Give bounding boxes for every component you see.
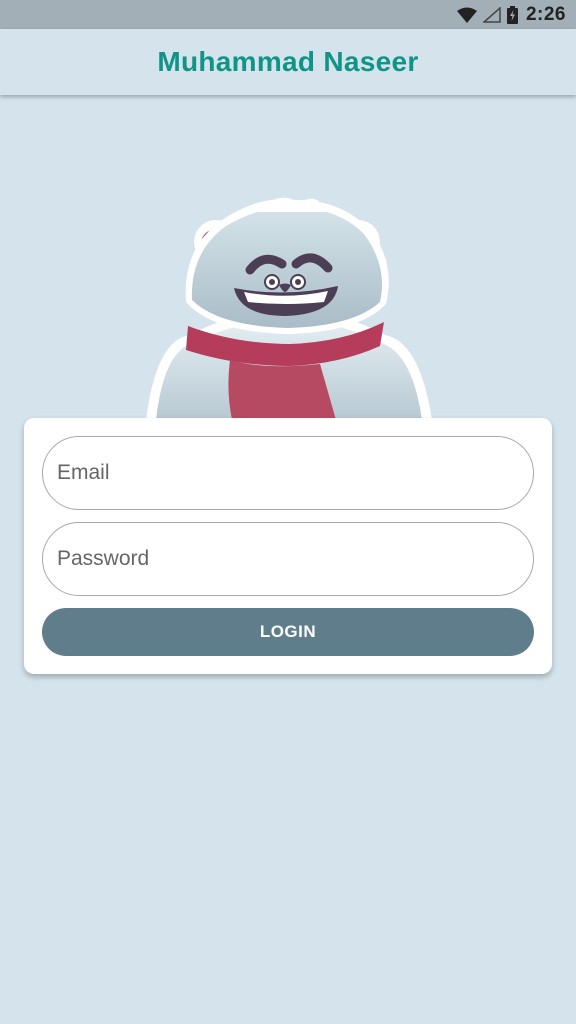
email-field[interactable] <box>42 436 534 510</box>
status-icons <box>456 5 518 24</box>
status-bar: 2:26 <box>0 0 576 29</box>
bear-mascot-icon <box>140 120 436 420</box>
password-field[interactable] <box>42 522 534 596</box>
wifi-icon <box>456 7 477 23</box>
battery-charging-icon <box>506 5 518 24</box>
app-bar: Muhammad Naseer <box>0 29 576 95</box>
login-card: LOGIN <box>24 418 552 674</box>
signal-icon <box>482 6 501 23</box>
page-title: Muhammad Naseer <box>157 46 419 77</box>
status-time: 2:26 <box>525 3 566 25</box>
login-button[interactable]: LOGIN <box>42 608 534 656</box>
